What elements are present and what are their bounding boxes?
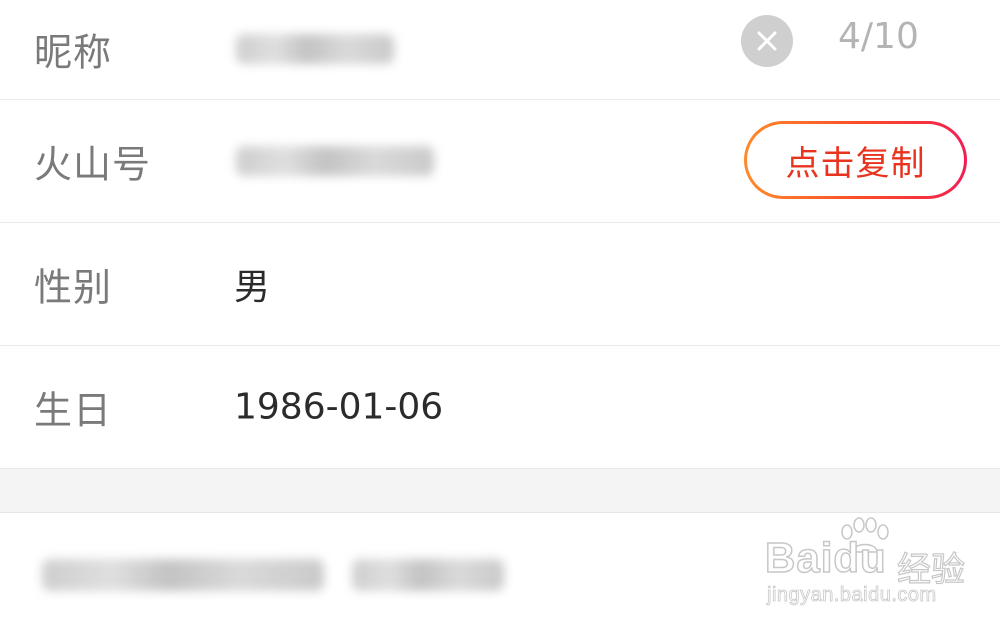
gender-label: 性别 [34, 265, 113, 310]
birthday-value: 1986-01-06 [234, 386, 444, 428]
birthday-label: 生日 [34, 388, 113, 433]
nickname-input[interactable] [236, 34, 394, 64]
nickname-row: 昵称 4/10 [0, 0, 1000, 100]
copy-id-button-label: 点击复制 [747, 124, 964, 196]
nickname-char-counter: 4/10 [838, 16, 919, 57]
baidu-jingyan-watermark: Baidu 经验 jingyan.baidu.com [764, 516, 966, 616]
huoshan-id-label: 火山号 [34, 142, 152, 187]
watermark-logo-text: Baidu [764, 533, 887, 582]
clear-nickname-button[interactable] [741, 15, 793, 67]
gender-row[interactable]: 性别 男 [0, 223, 1000, 346]
birthday-row[interactable]: 生日 1986-01-06 [0, 346, 1000, 469]
huoshan-id-value [236, 146, 434, 176]
copy-id-button[interactable]: 点击复制 [744, 121, 967, 199]
watermark-url: jingyan.baidu.com [767, 584, 937, 607]
gender-value: 男 [234, 267, 271, 308]
close-circle-icon [757, 31, 777, 51]
bio-text-blurred-1 [42, 559, 324, 591]
nickname-label: 昵称 [34, 30, 113, 75]
bio-text-blurred-2 [352, 559, 504, 591]
section-divider [0, 469, 1000, 513]
profile-edit-screen: 昵称 4/10 火山号 点击复制 性别 男 生日 1986-01-06 Baid… [0, 0, 1000, 626]
